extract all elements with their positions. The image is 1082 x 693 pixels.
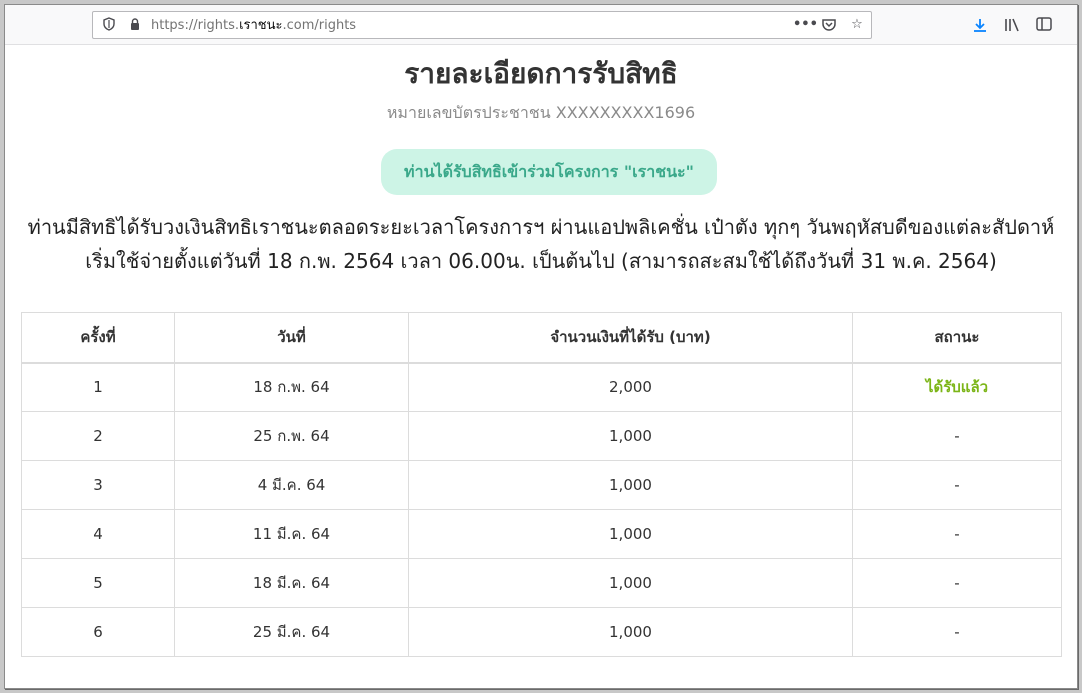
cell-amount: 1,000 <box>408 607 853 657</box>
cell-round: 5 <box>21 558 175 608</box>
browser-window: https://rights.เราชนะ.com/rights ••• ☆ ร… <box>4 4 1078 689</box>
rights-description: ท่านมีสิทธิได้รับวงเงินสิทธิเราชนะตลอดระ… <box>15 210 1067 278</box>
header-status: สถานะ <box>852 312 1062 364</box>
payment-table-wrapper: ครั้งที่ วันที่ จำนวนเงินที่ได้รับ (บาท)… <box>21 312 1062 657</box>
description-line-1: ท่านมีสิทธิได้รับวงเงินสิทธิเราชนะตลอดระ… <box>27 215 1055 239</box>
table-row: 1 18 ก.พ. 64 2,000 ได้รับแล้ว <box>21 362 1062 412</box>
cell-date: 25 มี.ค. 64 <box>174 607 409 657</box>
cell-date: 18 ก.พ. 64 <box>174 362 409 412</box>
url-host: เราชนะ <box>239 18 283 33</box>
cell-date: 11 มี.ค. 64 <box>174 509 409 559</box>
cell-amount: 1,000 <box>408 558 853 608</box>
cell-round: 3 <box>21 460 175 510</box>
cell-amount: 1,000 <box>408 460 853 510</box>
table-row: 2 25 ก.พ. 64 1,000 - <box>21 411 1062 461</box>
table-row: 3 4 มี.ค. 64 1,000 - <box>21 460 1062 510</box>
sidebar-icon[interactable] <box>1035 17 1053 35</box>
cell-date: 25 ก.พ. 64 <box>174 411 409 461</box>
page-content: รายละเอียดการรับสิทธิ หมายเลขบัตรประชาชน… <box>5 46 1077 688</box>
description-line-2: เริ่มใช้จ่ายตั้งแต่วันที่ 18 ก.พ. 2564 เ… <box>85 249 997 273</box>
table-row: 5 18 มี.ค. 64 1,000 - <box>21 558 1062 608</box>
header-amount: จำนวนเงินที่ได้รับ (บาท) <box>408 312 853 364</box>
library-icon[interactable] <box>1003 17 1021 35</box>
cell-amount: 1,000 <box>408 509 853 559</box>
more-icon[interactable]: ••• <box>793 17 818 33</box>
table-row: 6 25 มี.ค. 64 1,000 - <box>21 607 1062 657</box>
eligibility-badge: ท่านได้รับสิทธิเข้าร่วมโครงการ "เราชนะ" <box>381 149 717 195</box>
table-row: 4 11 มี.ค. 64 1,000 - <box>21 509 1062 559</box>
cell-round: 1 <box>21 362 175 412</box>
cell-round: 2 <box>21 411 175 461</box>
cell-round: 6 <box>21 607 175 657</box>
pocket-icon[interactable] <box>821 17 837 33</box>
cell-status: - <box>852 607 1062 657</box>
url-suffix: .com/rights <box>282 18 357 33</box>
cell-status: ได้รับแล้ว <box>852 362 1062 412</box>
payment-schedule-table: ครั้งที่ วันที่ จำนวนเงินที่ได้รับ (บาท)… <box>21 312 1062 657</box>
cell-date: 4 มี.ค. 64 <box>174 460 409 510</box>
cell-status: - <box>852 558 1062 608</box>
lock-icon[interactable] <box>127 17 143 33</box>
cell-status: - <box>852 460 1062 510</box>
url-text[interactable]: https://rights.เราชนะ.com/rights <box>151 17 356 35</box>
browser-toolbar: https://rights.เราชนะ.com/rights ••• ☆ <box>5 5 1077 45</box>
shield-icon[interactable] <box>101 17 117 33</box>
header-date: วันที่ <box>174 312 409 364</box>
table-header-row: ครั้งที่ วันที่ จำนวนเงินที่ได้รับ (บาท)… <box>21 312 1062 364</box>
cell-round: 4 <box>21 509 175 559</box>
cell-status: - <box>852 411 1062 461</box>
citizen-id-label: หมายเลขบัตรประชาชน XXXXXXXXX1696 <box>386 103 696 122</box>
cell-date: 18 มี.ค. 64 <box>174 558 409 608</box>
cell-amount: 2,000 <box>408 362 853 412</box>
cell-amount: 1,000 <box>408 411 853 461</box>
download-icon[interactable] <box>971 17 989 35</box>
cell-status: - <box>852 509 1062 559</box>
star-icon[interactable]: ☆ <box>849 17 865 33</box>
url-prefix: https://rights. <box>151 18 240 33</box>
header-round: ครั้งที่ <box>21 312 175 364</box>
address-bar[interactable]: https://rights.เราชนะ.com/rights ••• ☆ <box>92 11 872 39</box>
page-title: รายละเอียดการรับสิทธิ <box>404 57 678 90</box>
